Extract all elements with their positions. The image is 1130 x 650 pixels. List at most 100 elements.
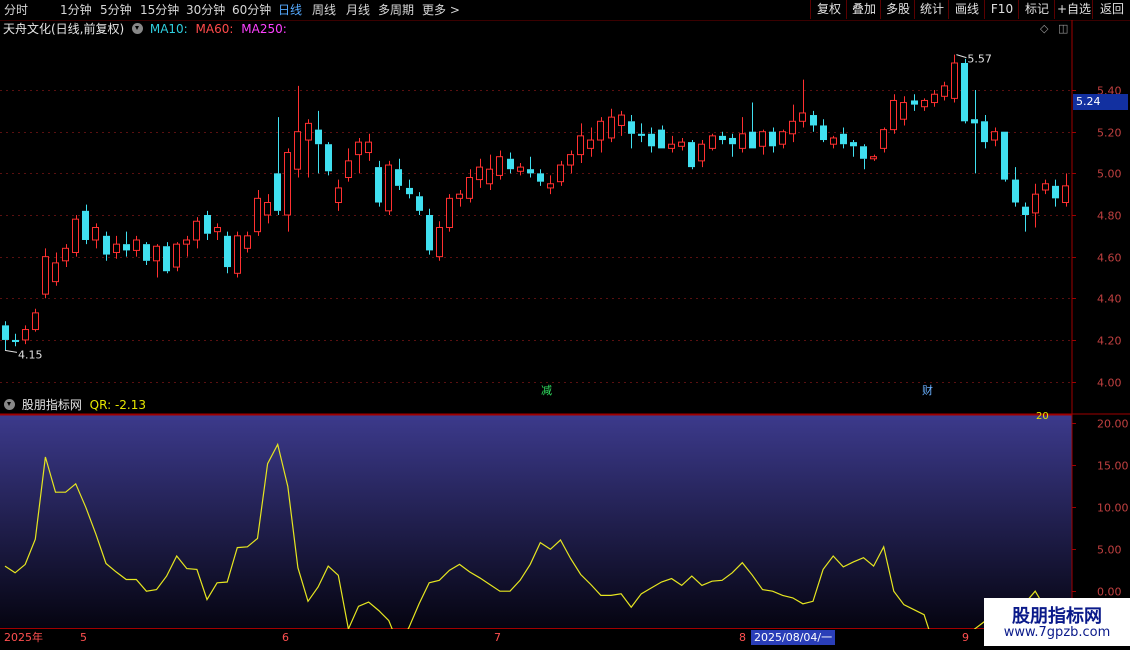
indicator-name[interactable]: 股朋指标网 <box>22 398 82 412</box>
candle[interactable] <box>234 231 241 278</box>
candle[interactable] <box>1042 179 1049 195</box>
candle[interactable] <box>971 90 978 174</box>
draw-line-button[interactable]: 画线 <box>948 0 985 19</box>
candle[interactable] <box>153 244 160 278</box>
candle[interactable] <box>527 156 534 178</box>
candle[interactable] <box>597 117 604 153</box>
candle[interactable] <box>577 123 584 163</box>
tab-fenshi[interactable]: 分时 <box>4 2 28 18</box>
candle[interactable] <box>921 98 928 111</box>
back-button[interactable]: 返回 <box>1092 0 1130 19</box>
candle[interactable] <box>62 244 69 268</box>
candle[interactable] <box>264 194 271 224</box>
candle[interactable] <box>961 58 968 124</box>
candle[interactable] <box>1032 183 1039 228</box>
tab-daily[interactable]: 日线 <box>278 2 302 18</box>
candle[interactable] <box>688 140 695 170</box>
candle[interactable] <box>345 148 352 182</box>
selected-date[interactable]: 2025/08/04/一 <box>751 630 836 645</box>
candle[interactable] <box>709 133 716 151</box>
candle[interactable] <box>406 179 413 199</box>
candle[interactable] <box>143 242 150 265</box>
candle[interactable] <box>284 148 291 232</box>
candle[interactable] <box>294 85 301 178</box>
candle[interactable] <box>325 142 332 176</box>
candle[interactable] <box>416 192 423 215</box>
overlay-button[interactable]: 叠加 <box>846 0 881 19</box>
diamond-icon[interactable]: ◇ <box>1040 20 1048 38</box>
candle[interactable] <box>860 144 867 170</box>
candle[interactable] <box>981 115 988 149</box>
candle[interactable] <box>658 125 665 149</box>
candle[interactable] <box>678 137 685 151</box>
candle[interactable] <box>103 231 110 261</box>
stats-button[interactable]: 统计 <box>914 0 949 19</box>
candle[interactable] <box>244 231 251 253</box>
candle[interactable] <box>789 104 796 143</box>
price-chart[interactable]: 5.405.205.004.804.604.404.204.0020.0015.… <box>0 20 1130 629</box>
stock-title[interactable]: 天舟文化(日线,前复权) <box>3 22 124 36</box>
candle[interactable] <box>204 210 211 240</box>
candle[interactable] <box>123 231 130 257</box>
candle[interactable] <box>850 140 857 157</box>
candle[interactable] <box>133 235 140 257</box>
candle[interactable] <box>1012 167 1019 207</box>
candle[interactable] <box>456 190 463 207</box>
add-watchlist-button[interactable]: +自选 <box>1054 0 1093 19</box>
candle[interactable] <box>254 190 261 236</box>
panel-toggle-icon[interactable]: ◫ <box>1058 20 1068 38</box>
candle[interactable] <box>224 231 231 274</box>
candle[interactable] <box>799 79 806 128</box>
candle[interactable] <box>113 235 120 259</box>
candle[interactable] <box>557 160 564 186</box>
candle[interactable] <box>931 90 938 107</box>
candle[interactable] <box>587 127 594 157</box>
tab-1min[interactable]: 1分钟 <box>60 2 92 18</box>
candle[interactable] <box>163 242 170 274</box>
candle[interactable] <box>769 127 776 153</box>
candle[interactable] <box>1052 179 1059 207</box>
candle[interactable] <box>719 131 726 145</box>
candle[interactable] <box>214 223 221 240</box>
candle[interactable] <box>466 169 473 203</box>
candle[interactable] <box>810 110 817 132</box>
candle[interactable] <box>608 108 615 143</box>
fuquan-button[interactable]: 复权 <box>810 0 847 19</box>
candle[interactable] <box>749 102 756 149</box>
candle[interactable] <box>22 325 29 345</box>
candle[interactable] <box>395 158 402 191</box>
candle[interactable] <box>496 150 503 180</box>
multi-stock-button[interactable]: 多股 <box>880 0 915 19</box>
candle[interactable] <box>305 119 312 178</box>
candle[interactable] <box>1022 202 1029 232</box>
candle[interactable] <box>537 169 544 186</box>
tab-weekly[interactable]: 周线 <box>312 2 336 18</box>
tab-15min[interactable]: 15分钟 <box>140 2 179 18</box>
candle[interactable] <box>173 242 180 272</box>
candle[interactable] <box>628 115 635 149</box>
candle[interactable] <box>183 235 190 257</box>
candle[interactable] <box>900 96 907 126</box>
candle[interactable] <box>880 127 887 153</box>
candle[interactable] <box>547 175 554 195</box>
candle[interactable] <box>365 133 372 161</box>
tab-multi-period[interactable]: 多周期 <box>378 2 414 18</box>
candle[interactable] <box>274 117 281 215</box>
tab-60min[interactable]: 60分钟 <box>232 2 271 18</box>
candle[interactable] <box>567 150 574 174</box>
tab-more[interactable]: 更多 > <box>422 2 460 18</box>
candle[interactable] <box>92 223 99 249</box>
tab-monthly[interactable]: 月线 <box>346 2 370 18</box>
candle[interactable] <box>951 54 958 103</box>
tab-30min[interactable]: 30分钟 <box>186 2 225 18</box>
candle[interactable] <box>991 127 998 147</box>
candle[interactable] <box>72 215 79 257</box>
candle[interactable] <box>1062 173 1069 207</box>
candle[interactable] <box>42 248 49 299</box>
candle[interactable] <box>840 127 847 149</box>
candle[interactable] <box>193 217 200 249</box>
candle[interactable] <box>698 140 705 168</box>
candle[interactable] <box>507 152 514 174</box>
candle[interactable] <box>911 94 918 111</box>
candle[interactable] <box>890 94 897 134</box>
